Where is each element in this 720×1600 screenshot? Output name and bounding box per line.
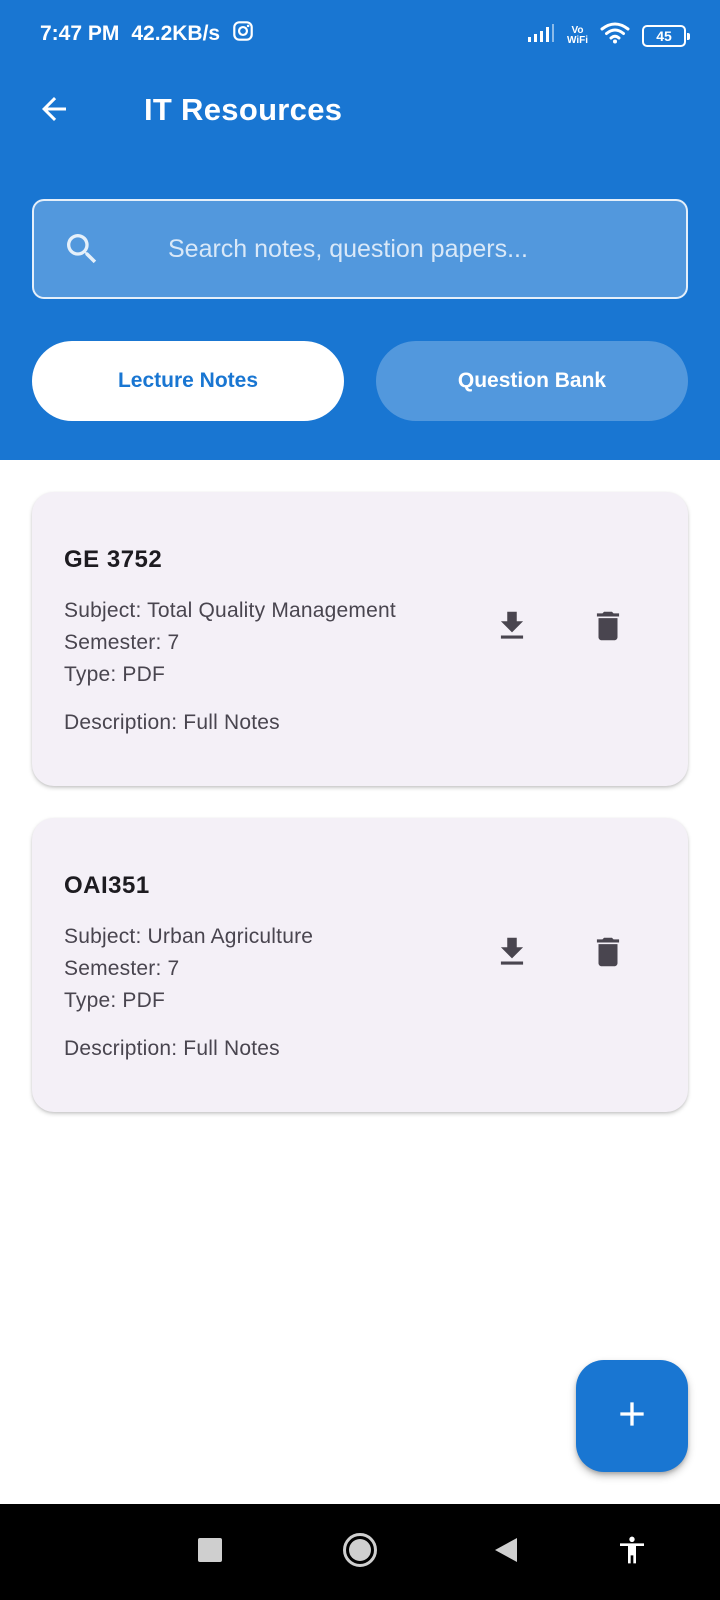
resource-type: Type: PDF <box>64 663 165 686</box>
recents-button[interactable] <box>186 1528 234 1576</box>
add-resource-button[interactable] <box>576 1360 688 1472</box>
signal-icon <box>527 23 555 48</box>
resource-type: Type: PDF <box>64 989 165 1012</box>
battery-icon: 45 <box>642 24 690 47</box>
square-icon <box>197 1537 223 1568</box>
status-left: 7:47 PM 42.2KB/s <box>40 20 254 48</box>
home-circle-icon <box>342 1532 378 1573</box>
download-icon <box>493 933 531 976</box>
resource-semester: Semester: 7 <box>64 957 180 980</box>
resource-semester: Semester: 7 <box>64 631 180 654</box>
tab-question-bank-label: Question Bank <box>457 369 607 392</box>
resource-description: Description: Full Notes <box>64 711 280 734</box>
delete-icon <box>589 607 627 650</box>
delete-button[interactable] <box>584 604 632 652</box>
system-back-button[interactable] <box>482 1528 530 1576</box>
status-network-speed: 42.2KB/s <box>131 22 221 45</box>
accessibility-icon <box>616 1534 648 1571</box>
arrow-back-icon <box>36 91 72 132</box>
screen: 7:47 PM 42.2KB/s Vo WiFi 45 IT Resources… <box>0 0 720 1600</box>
status-time: 7:47 PM <box>40 22 120 45</box>
header: 7:47 PM 42.2KB/s Vo WiFi 45 IT Resources… <box>0 0 720 460</box>
wifi-icon <box>600 22 630 49</box>
triangle-back-icon <box>493 1536 519 1569</box>
vowifi-bottom: WiFi <box>566 34 588 46</box>
instagram-icon <box>232 20 254 48</box>
tab-lecture-notes[interactable]: Lecture Notes <box>32 341 344 421</box>
resource-subject: Subject: Total Quality Management <box>64 599 396 622</box>
search-input[interactable] <box>138 223 658 275</box>
vowifi-top: Vo <box>571 24 584 36</box>
delete-icon <box>589 933 627 976</box>
download-button[interactable] <box>488 930 536 978</box>
battery-level: 45 <box>656 27 672 44</box>
back-button[interactable] <box>30 87 78 135</box>
search-box[interactable] <box>32 199 688 299</box>
system-nav-bar <box>0 1504 720 1600</box>
resource-card: GE 3752 Subject: Total Quality Managemen… <box>32 492 688 786</box>
home-button[interactable] <box>336 1528 384 1576</box>
resource-card: OAI351 Subject: Urban Agriculture Semest… <box>32 818 688 1112</box>
search-icon <box>62 229 102 269</box>
vowifi-icon: Vo WiFi <box>566 24 588 46</box>
tab-lecture-notes-label: Lecture Notes <box>117 369 259 392</box>
resource-subject: Subject: Urban Agriculture <box>64 925 314 948</box>
accessibility-button[interactable] <box>608 1528 656 1576</box>
add-icon <box>612 1394 652 1439</box>
status-right: Vo WiFi 45 <box>527 22 690 49</box>
app-bar: IT Resources <box>0 75 720 145</box>
page-title: IT Resources <box>144 92 343 127</box>
status-bar: 7:47 PM 42.2KB/s Vo WiFi 45 <box>0 0 720 70</box>
delete-button[interactable] <box>584 930 632 978</box>
resource-code: GE 3752 <box>64 546 163 573</box>
download-icon <box>493 607 531 650</box>
download-button[interactable] <box>488 604 536 652</box>
resource-description: Description: Full Notes <box>64 1037 280 1060</box>
tab-question-bank[interactable]: Question Bank <box>376 341 688 421</box>
resource-code: OAI351 <box>64 872 150 899</box>
